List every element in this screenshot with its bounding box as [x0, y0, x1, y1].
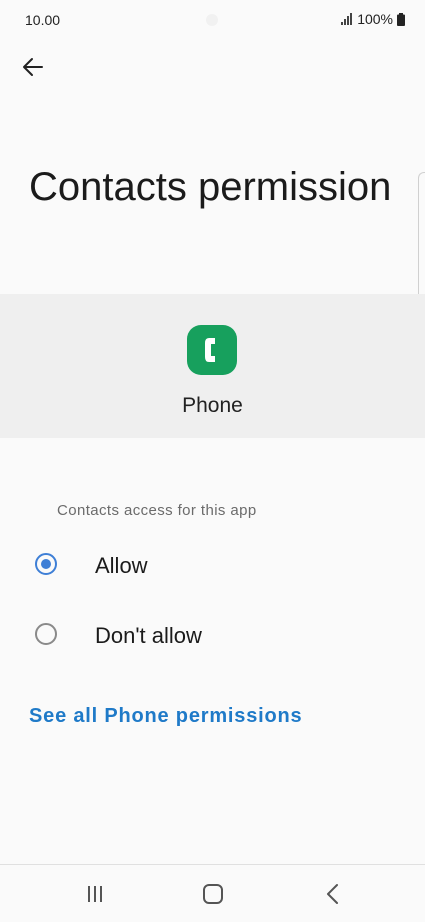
home-icon — [203, 884, 223, 904]
status-indicators: 100% — [341, 11, 405, 27]
battery-icon — [397, 12, 405, 26]
section-label: Contacts access for this app — [57, 502, 257, 519]
dont-allow-radio[interactable] — [35, 623, 57, 645]
recents-button[interactable] — [80, 879, 110, 909]
allow-radio[interactable] — [35, 553, 57, 575]
status-time: 10.00 — [25, 12, 61, 28]
allow-option[interactable]: Allow — [0, 537, 425, 593]
dont-allow-option[interactable]: Don't allow — [0, 607, 425, 663]
home-button[interactable] — [198, 879, 228, 909]
recents-icon — [88, 886, 102, 902]
app-name: Phone — [182, 394, 243, 417]
arrow-left-icon — [23, 58, 43, 76]
status-bar: 10.00 100% — [0, 0, 425, 40]
app-header: Phone — [0, 294, 425, 438]
nav-back-button[interactable] — [318, 879, 348, 909]
navigation-bar — [0, 865, 425, 922]
scroll-indicator[interactable] — [418, 172, 425, 308]
camera-cutout — [206, 14, 218, 26]
back-icon — [327, 884, 338, 904]
see-all-permissions-link[interactable]: See all Phone permissions — [29, 705, 302, 728]
back-button[interactable] — [16, 50, 50, 84]
allow-label: Allow — [95, 553, 148, 578]
battery-percentage: 100% — [357, 11, 393, 27]
dont-allow-label: Don't allow — [95, 623, 202, 648]
phone-glyph-icon — [205, 338, 215, 362]
page-title: Contacts permission — [29, 165, 392, 209]
signal-icon — [341, 13, 353, 25]
phone-app-icon — [187, 325, 237, 375]
